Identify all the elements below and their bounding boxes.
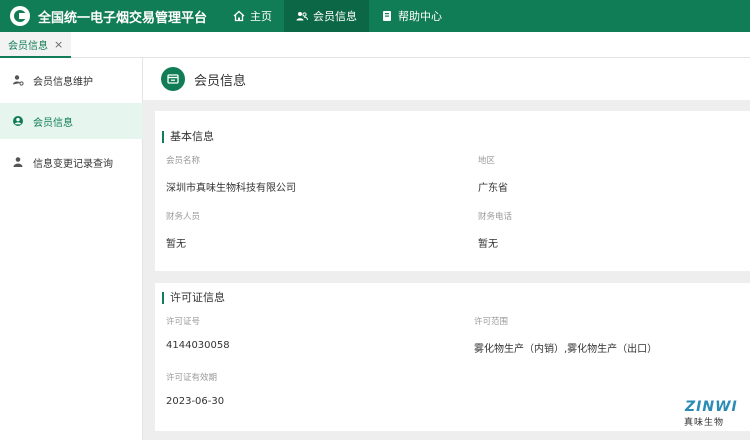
section-title: 基本信息	[162, 131, 214, 143]
nav-item-label: 帮助中心	[398, 8, 442, 24]
close-icon[interactable]: ×	[54, 38, 63, 51]
page-title: 会员信息	[194, 70, 246, 89]
brand-c-icon	[10, 6, 30, 26]
home-icon	[233, 10, 245, 22]
main-nav: 主页 会员信息 帮助中心	[221, 0, 454, 32]
help-book-icon	[381, 10, 393, 22]
region-value: 广东省	[478, 179, 508, 194]
top-navbar: 全国统一电子烟交易管理平台 主页 会员信息 帮助中心	[0, 0, 750, 32]
sidebar-item-label: 信息变更记录查询	[33, 155, 113, 170]
sidebar-item-label: 会员信息	[33, 114, 73, 129]
nav-item-members[interactable]: 会员信息	[284, 0, 369, 32]
field-label: 财务电话	[478, 210, 512, 222]
user-circle-icon	[12, 115, 24, 127]
field-label: 财务人员	[166, 210, 200, 222]
sidebar-item-member-info[interactable]: 会员信息	[0, 103, 143, 139]
finance-person-value: 暂无	[166, 235, 186, 250]
member-card-glyph	[161, 67, 185, 91]
members-icon	[296, 10, 308, 22]
license-scope-value: 雾化物生产（内销）,雾化物生产（出口）	[474, 340, 657, 355]
sidebar: 会员信息维护 会员信息 信息变更记录查询	[0, 58, 143, 440]
field-label: 会员名称	[166, 154, 200, 166]
nav-item-home[interactable]: 主页	[221, 0, 284, 32]
sidebar-item-member-maintenance[interactable]: 会员信息维护	[0, 62, 143, 98]
section-title: 许可证信息	[162, 292, 225, 304]
license-info-card: 许可证信息 许可证号 4144030058 许可范围 雾化物生产（内销）,雾化物…	[155, 283, 750, 431]
nav-item-help[interactable]: 帮助中心	[369, 0, 454, 32]
user-icon	[12, 156, 24, 168]
member-card-icon	[161, 67, 185, 91]
field-label: 许可证号	[166, 315, 200, 327]
tab-label: 会员信息	[8, 37, 48, 52]
nav-item-label: 主页	[250, 8, 272, 24]
watermark-logo: ZINWI	[685, 399, 738, 415]
nav-item-label: 会员信息	[313, 8, 357, 24]
brand[interactable]: 全国统一电子烟交易管理平台	[0, 0, 207, 32]
license-expiry-value: 2023-06-30	[166, 396, 224, 407]
member-name-value: 深圳市真味生物科技有限公司	[166, 179, 296, 194]
watermark: ZINWI 真味生物	[682, 399, 740, 429]
finance-phone-value: 暂无	[478, 235, 498, 250]
watermark-text: 真味生物	[684, 415, 724, 428]
tab-members[interactable]: 会员信息 ×	[0, 32, 71, 58]
field-label: 地区	[478, 154, 495, 166]
page-header: 会员信息	[143, 58, 750, 100]
basic-info-card: 基本信息 会员名称 深圳市真味生物科技有限公司 地区 广东省 财务人员 暂无 财…	[155, 111, 750, 271]
sidebar-item-label: 会员信息维护	[33, 73, 93, 88]
sidebar-item-change-records[interactable]: 信息变更记录查询	[0, 144, 143, 180]
app-title: 全国统一电子烟交易管理平台	[38, 7, 207, 26]
tab-bar: 会员信息 ×	[0, 32, 750, 58]
license-number-value: 4144030058	[166, 340, 230, 351]
field-label: 许可范围	[474, 315, 508, 327]
user-settings-icon	[12, 74, 24, 86]
field-label: 许可证有效期	[166, 371, 217, 383]
